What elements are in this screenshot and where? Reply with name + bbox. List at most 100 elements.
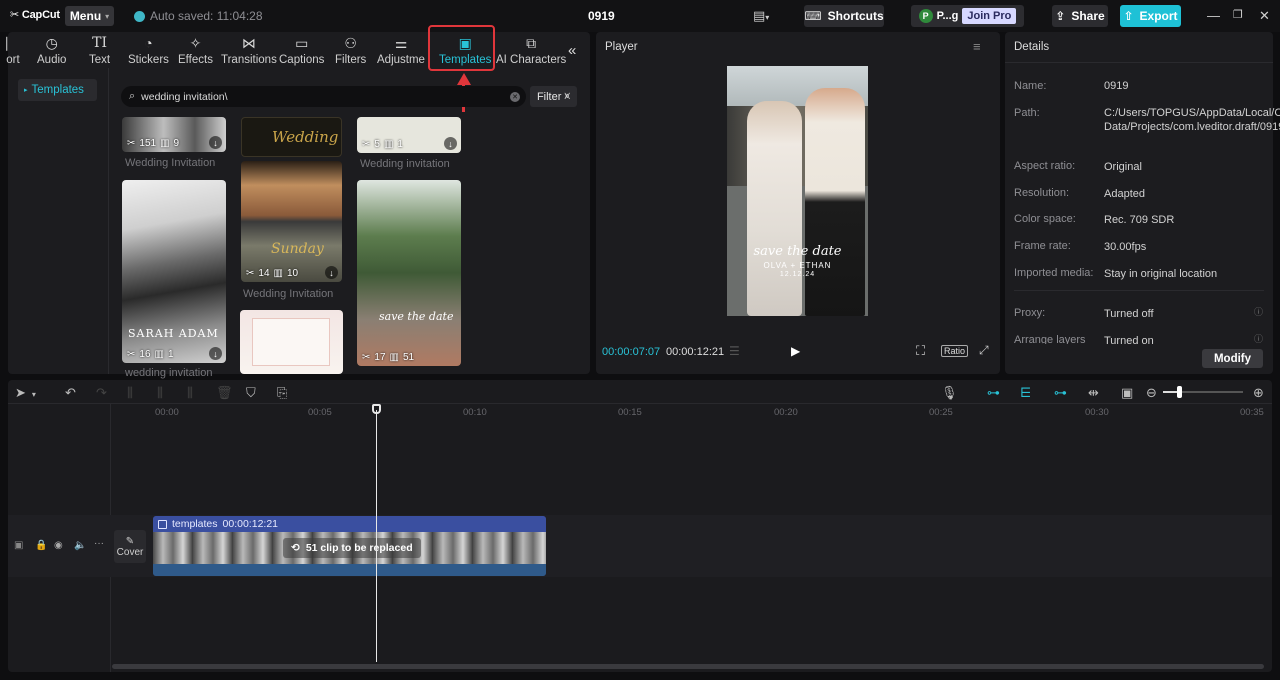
restore-icon[interactable]: ❐ (1233, 8, 1243, 21)
template-card[interactable]: Sunday ✂ 14 ▥ 10 ↓ (241, 161, 342, 282)
close-icon[interactable]: ✕ (1259, 8, 1270, 24)
ruler-tick: 00:05 (308, 407, 332, 418)
tab-audio[interactable]: ◷ Audio (37, 32, 66, 66)
effects-icon: ✧ (189, 35, 202, 51)
download-icon[interactable]: ↓ (325, 266, 338, 279)
undo-icon[interactable]: ↶ (65, 385, 76, 401)
chevron-down-icon: ▾ (105, 11, 110, 21)
details-panel: Details Name: 0919 Path: C:/Users/TOPGUS… (1005, 32, 1280, 374)
video-preview[interactable]: save the date OLVA + ETHAN 12.12.24 (727, 66, 868, 316)
track-thumbnail-icon[interactable]: ▣ (14, 540, 23, 551)
info-icon[interactable]: ⓘ (1254, 305, 1263, 318)
modify-button[interactable]: Modify (1202, 349, 1263, 368)
scissors-icon: ✂ (127, 138, 136, 149)
zoom-out-icon[interactable]: ⊖ (1146, 385, 1157, 401)
tab-transitions[interactable]: ⋈ Transitions (221, 32, 277, 66)
snap-icon[interactable]: ⋿ (1020, 385, 1031, 401)
delete-icon[interactable]: 🗑 (216, 385, 233, 401)
download-icon[interactable]: ↓ (209, 347, 222, 360)
template-card[interactable]: ✂ 151 ▥ 9 ↓ (122, 117, 226, 152)
fullscreen-icon[interactable]: ⤢ (979, 343, 989, 358)
cover-button[interactable]: ✎ Cover (114, 530, 146, 563)
text-icon: TI (92, 35, 107, 51)
link-icon[interactable]: ⊶ (1054, 385, 1067, 401)
filter-button[interactable]: Filter ⩙ (530, 86, 577, 107)
menu-button[interactable]: Menu ▾ (65, 6, 114, 26)
marker-icon[interactable]: ⛉ (246, 385, 256, 401)
sidebar-item-templates[interactable]: ▸ Templates (18, 79, 97, 101)
lock-icon[interactable]: 🔒 (35, 540, 47, 551)
template-overlay-text: SARAH ADAM (128, 327, 219, 340)
zoom-slider[interactable] (1163, 386, 1243, 398)
more-icon[interactable]: ··· (94, 538, 104, 549)
template-card[interactable]: SARAH ADAM ✂ 16 ▥ 1 ↓ (122, 180, 226, 363)
media-panel: ⎸ ort ◷ Audio TI Text ◔ Stickers ✧ Effects ⋈ T… (6, 25, 590, 379)
split-icon[interactable]: ⫼ (127, 385, 133, 401)
tab-captions[interactable]: ▭ Captions (279, 32, 324, 66)
tab-stickers[interactable]: ◔ Stickers (128, 32, 169, 66)
edit-icon[interactable]: ⎘ (277, 385, 287, 401)
redo-icon[interactable]: ↷ (96, 385, 107, 401)
collapse-panel-icon[interactable]: « (568, 42, 576, 59)
join-pro-button[interactable]: Join Pro (962, 8, 1017, 24)
tab-ai-characters[interactable]: ⧉ AI Characters (496, 32, 566, 66)
scissors-icon: ✂ (246, 268, 255, 279)
volume-icon[interactable]: 🔈 (74, 540, 86, 551)
ruler-tick: 00:20 (774, 407, 798, 418)
playhead[interactable] (376, 410, 377, 662)
tab-adjustment[interactable]: ⚌ Adjustme (377, 32, 425, 66)
overlay-names: OLVA + ETHAN (763, 261, 832, 270)
crop-icon[interactable]: ⛶ (916, 343, 925, 359)
split-preview-icon[interactable]: ⇹ (1088, 385, 1099, 401)
eye-icon[interactable]: ◉ (54, 540, 63, 551)
detail-value: Turned on (1104, 335, 1154, 344)
tab-filters[interactable]: ⚇ Filters (335, 32, 366, 66)
split-right-icon[interactable]: ⫼ (187, 385, 193, 401)
clip-audio-bar (153, 564, 546, 576)
download-icon[interactable]: ↓ (444, 137, 457, 150)
ai-characters-icon: ⧉ (526, 35, 537, 51)
tab-text[interactable]: TI Text (89, 32, 110, 66)
share-button[interactable]: ⇪ Share (1052, 5, 1108, 27)
tab-effects[interactable]: ✧ Effects (178, 32, 213, 66)
overlay-title: save the date (753, 244, 842, 259)
template-card[interactable]: save the date ✂ 17 ▥ 51 (357, 180, 461, 366)
microphone-icon[interactable]: 🎙 (941, 385, 958, 401)
zoom-slider-handle[interactable] (1177, 386, 1182, 398)
tab-import[interactable]: ⎸ ort (6, 32, 20, 66)
template-card[interactable]: Wedding (241, 117, 342, 157)
search-input[interactable]: ⌕ wedding invitation\ ✕ (121, 86, 526, 107)
magnet-link-icon[interactable]: ⊶ (987, 385, 1000, 401)
template-overlay-text: Sunday (271, 241, 324, 257)
account-area[interactable]: P P...g Join Pro (911, 5, 1024, 27)
player-title: Player (605, 41, 638, 53)
ratio-button[interactable]: Ratio (941, 345, 969, 357)
details-divider (1014, 290, 1264, 291)
layout-icon[interactable]: ▤▾ (753, 8, 769, 24)
zoom-in-icon[interactable]: ⊕ (1253, 385, 1264, 401)
timeline-scrollbar[interactable] (112, 664, 1264, 669)
stickers-icon: ◔ (144, 35, 153, 51)
select-tool-icon[interactable]: ➤ ▾ (15, 385, 36, 401)
clear-search-icon[interactable]: ✕ (510, 91, 520, 102)
export-button[interactable]: ⇧ Export (1120, 5, 1181, 27)
template-card[interactable] (240, 310, 343, 374)
split-left-icon[interactable]: ⫼ (157, 385, 163, 401)
timeline-panel: ➤ ▾ ↶ ↷ ⫼ ⫼ ⫼ 🗑 ⛉ ⎘ 🎙 ⊶ ⋿ ⊶ ⇹ ▣ ⊖ ⊕ 00:00… (8, 380, 1272, 672)
info-icon[interactable]: ⓘ (1254, 332, 1263, 345)
download-icon[interactable]: ↓ (209, 136, 222, 149)
share-icon: ⇪ (1055, 9, 1066, 23)
player-menu-icon[interactable]: ≡ (973, 39, 981, 54)
shortcuts-button[interactable]: ⌨ Shortcuts (804, 5, 884, 27)
pencil-icon: ✎ (125, 535, 135, 547)
ruler-tick: 00:00 (155, 407, 179, 418)
preview-axis-icon[interactable]: ▣ (1121, 385, 1133, 401)
timeline-clip[interactable]: templates 00:00:12:21 ⟲ 51 clip to be re… (153, 516, 546, 576)
template-title: wedding invitation (125, 367, 213, 379)
play-button[interactable]: ▶ (791, 344, 800, 358)
scissors-icon: ✂ (362, 352, 371, 363)
media-icon: ▥ (160, 138, 170, 149)
template-card[interactable]: ✂ 5 ▥ 1 ↓ (357, 117, 461, 153)
minimize-icon[interactable]: — (1207, 8, 1220, 23)
media-icon: ▥ (154, 349, 164, 360)
